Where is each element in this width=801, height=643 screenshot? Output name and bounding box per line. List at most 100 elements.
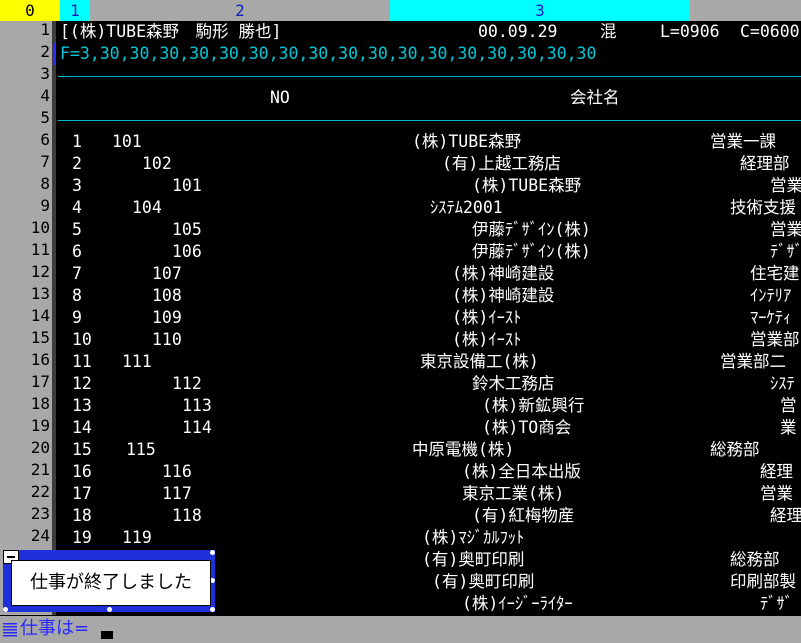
row-number[interactable]: 23 — [10, 503, 50, 525]
cell-department: 営 — [780, 396, 797, 415]
row-number[interactable]: 24 — [10, 525, 50, 547]
gutter-divider — [52, 21, 56, 615]
menu-lines-icon[interactable] — [2, 621, 18, 637]
status-bar: 仕事は= — [0, 616, 801, 643]
table-row[interactable]: 17 117 東京工業(株) 営業 — [58, 483, 801, 505]
cell-no: 116 — [162, 462, 192, 481]
table-row[interactable]: 3 101 (株)TUBE森野 営業 — [58, 175, 801, 197]
ruler-col-3[interactable]: 3 — [390, 0, 690, 21]
table-row[interactable]: 6 106 伊藤ﾃﾞｻﾞｲﾝ(株) ﾃﾞｻﾞ — [58, 241, 801, 263]
cell-department: ﾃﾞｻﾞ — [760, 594, 793, 613]
cell-seq: 4 — [72, 198, 82, 217]
row-number[interactable]: 17 — [10, 371, 50, 393]
ruler-col-4[interactable] — [690, 0, 801, 21]
row-number[interactable]: 13 — [10, 283, 50, 305]
header-bottom-rule — [58, 120, 801, 121]
row-number[interactable]: 6 — [10, 129, 50, 151]
row-number[interactable]: 12 — [10, 261, 50, 283]
command-prompt[interactable]: 仕事は= — [20, 618, 89, 640]
table-row[interactable]: 11 111 東京設備工(株) 営業部二 — [58, 351, 801, 373]
cell-department: 経理 — [760, 462, 793, 481]
cell-seq: 18 — [72, 506, 92, 525]
row-number[interactable]: 7 — [10, 151, 50, 173]
cell-company: 鈴木工務店 — [472, 374, 555, 393]
row-number[interactable]: 4 — [10, 85, 50, 107]
cell-department: 営業部 — [750, 330, 800, 349]
cell-no: 101 — [112, 132, 142, 151]
row-number[interactable]: 18 — [10, 393, 50, 415]
cell-no: 111 — [122, 352, 152, 371]
row-number[interactable]: 1 — [10, 19, 50, 41]
ruler-col-2[interactable]: 2 — [90, 0, 390, 21]
row-number[interactable]: 9 — [10, 195, 50, 217]
header-company: 会社名 — [570, 88, 620, 107]
cell-no: 108 — [152, 286, 182, 305]
cell-department: 営業 — [770, 220, 801, 239]
row-number[interactable]: 2 — [10, 41, 50, 63]
spreadsheet-window: 0 1 2 3 1 2 3 4 5 6 7 8 9 10 11 12 13 14 15 16 17 18 19 20 2… — [0, 0, 801, 643]
grid-row-format[interactable]: F=3,30,30,30,30,30,30,30,30,30,30,30,30,… — [58, 43, 801, 65]
table-row[interactable]: 12 112 鈴木工務店 ｼｽﾃ — [58, 373, 801, 395]
table-row[interactable]: 1 101 (株)TUBE森野 営業一課 — [58, 131, 801, 153]
grid-row-header[interactable]: NO 会社名 — [58, 87, 801, 109]
cell-company: (株)ｲｰｽﾄ — [452, 308, 522, 327]
row-number[interactable]: 20 — [10, 437, 50, 459]
dialog-message: 仕事が終了しました — [11, 560, 211, 606]
cell-department: 総務部 — [710, 440, 760, 459]
cell-no: 107 — [152, 264, 182, 283]
row-number[interactable]: 5 — [10, 107, 50, 129]
grid-row-title[interactable]: [(株)TUBE森野 駒形 勝也] 00.09.29 混 L=0906 C=06… — [58, 21, 801, 43]
table-row[interactable]: 15 115 中原電機(株) 総務部 — [58, 439, 801, 461]
cell-seq: 9 — [72, 308, 82, 327]
cell-seq: 19 — [72, 528, 92, 547]
row-number[interactable]: 22 — [10, 481, 50, 503]
row-number[interactable]: 14 — [10, 305, 50, 327]
resize-handle-icon[interactable] — [3, 607, 8, 612]
row-number[interactable]: 8 — [10, 173, 50, 195]
cell-department: 総務部 — [730, 550, 780, 569]
row-number[interactable]: 10 — [10, 217, 50, 239]
cell-company: (有)奥町印刷 — [422, 550, 525, 569]
cell-seq: 10 — [72, 330, 92, 349]
table-row[interactable]: 8 108 (株)神崎建設 ｲﾝﾃﾘｱ — [58, 285, 801, 307]
cell-seq: 2 — [72, 154, 82, 173]
cell-no: 105 — [172, 220, 202, 239]
ruler-col-0[interactable]: 0 — [0, 0, 60, 21]
table-row[interactable]: 9 109 (株)ｲｰｽﾄ ﾏｰｹﾃｨ — [58, 307, 801, 329]
cell-department: ｲﾝﾃﾘｱ — [750, 286, 792, 305]
table-row[interactable]: 16 116 (株)全日本出版 経理 — [58, 461, 801, 483]
cell-no: 104 — [132, 198, 162, 217]
table-row[interactable]: 4 104 ｼｽﾃﾑ2001 技術支援 — [58, 197, 801, 219]
cell-company: (株)ﾏｼﾞｶﾙﾌｯﾄ — [422, 528, 525, 547]
cell-no: 102 — [142, 154, 172, 173]
row-number[interactable]: 16 — [10, 349, 50, 371]
table-row[interactable]: 2 102 (有)上越工務店 経理部 — [58, 153, 801, 175]
title-mode: 混 — [600, 22, 617, 41]
resize-handle-icon[interactable] — [210, 607, 215, 612]
cell-no: 117 — [162, 484, 192, 503]
row-number-gutter: 1 2 3 4 5 6 7 8 9 10 11 12 13 14 15 16 17 18 19 20 21 22 23 24 — [0, 19, 52, 615]
cell-no: 119 — [122, 528, 152, 547]
table-row[interactable]: 19 119 (株)ﾏｼﾞｶﾙﾌｯﾄ — [58, 527, 801, 549]
row-number[interactable]: 19 — [10, 415, 50, 437]
table-row[interactable]: 14 114 (株)TO商会 業 — [58, 417, 801, 439]
row-number[interactable]: 15 — [10, 327, 50, 349]
cell-no: 112 — [172, 374, 202, 393]
cell-company: ｼｽﾃﾑ2001 — [430, 198, 503, 217]
completion-dialog[interactable]: 仕事が終了しました — [3, 550, 215, 612]
resize-handle-icon[interactable] — [107, 607, 112, 612]
ruler-col-1[interactable]: 1 — [60, 0, 90, 21]
table-row[interactable]: 18 118 (有)紅梅物産 経理 — [58, 505, 801, 527]
cell-department: 住宅建 — [750, 264, 800, 283]
row-number[interactable]: 3 — [10, 63, 50, 85]
cell-department: 業 — [780, 418, 797, 437]
table-row[interactable]: 13 113 (株)新鉱興行 営 — [58, 395, 801, 417]
table-row[interactable]: 10 110 (株)ｲｰｽﾄ 営業部 — [58, 329, 801, 351]
resize-handle-icon[interactable] — [210, 550, 215, 555]
table-row[interactable]: 7 107 (株)神崎建設 住宅建 — [58, 263, 801, 285]
row-number[interactable]: 21 — [10, 459, 50, 481]
cell-department: ﾃﾞｻﾞ — [770, 242, 801, 261]
title-line-pos: L=0906 — [660, 22, 720, 41]
row-number[interactable]: 11 — [10, 239, 50, 261]
table-row[interactable]: 5 105 伊藤ﾃﾞｻﾞｲﾝ(株) 営業 — [58, 219, 801, 241]
